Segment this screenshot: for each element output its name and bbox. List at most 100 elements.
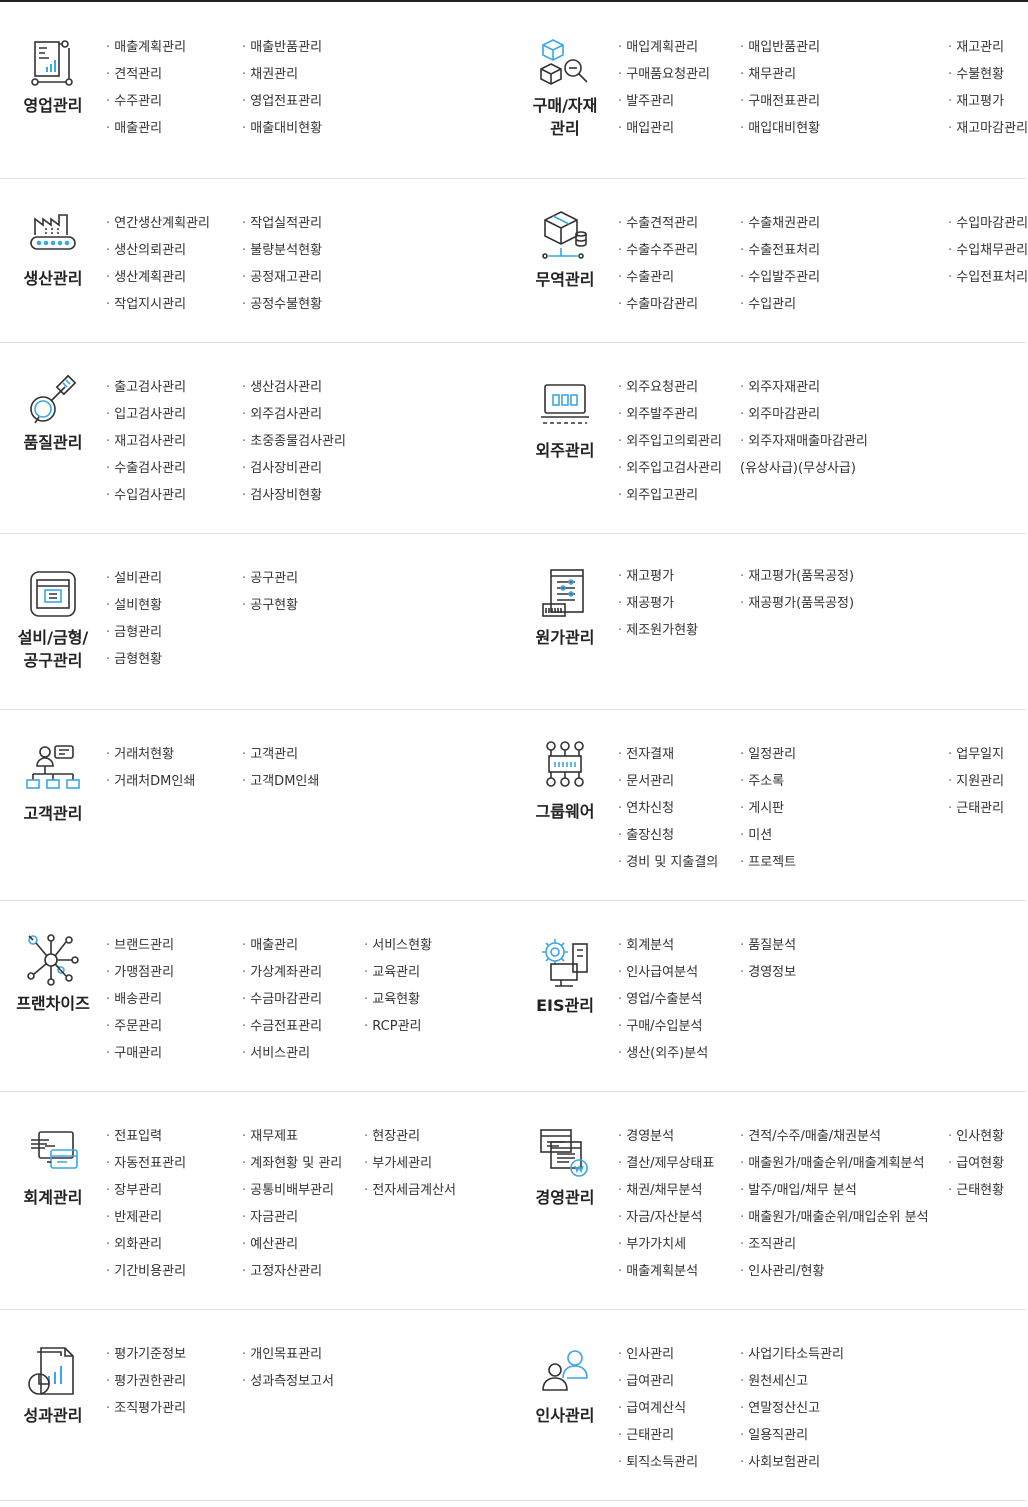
menu-item[interactable]: 수출견적관리	[618, 210, 698, 237]
menu-item[interactable]: 검사장비관리	[242, 455, 346, 482]
menu-item[interactable]: 금형관리	[106, 619, 162, 646]
module-heading[interactable]: 무역관리	[512, 208, 618, 291]
menu-item[interactable]: 경영분석	[618, 1123, 714, 1150]
menu-item[interactable]: 수입전표처리	[948, 264, 1028, 291]
menu-item[interactable]: 급여현황	[948, 1150, 1004, 1177]
menu-item[interactable]: 경영정보	[740, 959, 796, 986]
menu-item[interactable]: 재고평가	[618, 563, 698, 590]
menu-item[interactable]: 수출마감관리	[618, 291, 698, 318]
menu-item[interactable]: 브랜드관리	[106, 932, 174, 959]
menu-item[interactable]: 주문관리	[106, 1013, 174, 1040]
menu-item[interactable]: 금형현황	[106, 646, 162, 673]
menu-item[interactable]: 매출계획관리	[106, 34, 186, 61]
menu-item[interactable]: 재무제표	[242, 1123, 342, 1150]
menu-item[interactable]: 거래처DM인쇄	[106, 768, 195, 795]
menu-item[interactable]: 공정재고관리	[242, 264, 322, 291]
menu-item[interactable]: 생산계획관리	[106, 264, 210, 291]
menu-item[interactable]: 외주자재매출마감관리	[740, 428, 868, 455]
menu-item[interactable]: 불량분석현황	[242, 237, 322, 264]
module-heading[interactable]: 성과관리	[0, 1344, 106, 1427]
menu-item[interactable]: 자동전표관리	[106, 1150, 186, 1177]
menu-item[interactable]: 가상계좌관리	[242, 959, 322, 986]
menu-item[interactable]: 검사장비현황	[242, 482, 346, 509]
menu-item[interactable]: 생산검사관리	[242, 374, 346, 401]
menu-item[interactable]: 재고마감관리	[948, 115, 1028, 142]
menu-item[interactable]: 부가세관리	[364, 1150, 456, 1177]
menu-item[interactable]: 결산/제무상태표	[618, 1150, 714, 1177]
module-heading[interactable]: 구매/자재 관리	[512, 34, 618, 140]
menu-item[interactable]: 수입관리	[740, 291, 820, 318]
menu-item[interactable]: 수입검사관리	[106, 482, 186, 509]
menu-item[interactable]: 외주입고의뢰관리	[618, 428, 722, 455]
menu-item[interactable]: 원천세신고	[740, 1368, 844, 1395]
menu-item[interactable]: 재고관리	[948, 34, 1028, 61]
menu-item[interactable]: 미션	[740, 822, 796, 849]
menu-item[interactable]: 프로젝트	[740, 849, 796, 876]
menu-item[interactable]: 매입계획관리	[618, 34, 710, 61]
menu-item[interactable]: 고객DM인쇄	[242, 768, 319, 795]
menu-item[interactable]: 재공평가	[618, 590, 698, 617]
menu-item[interactable]: 급여계산식	[618, 1395, 698, 1422]
menu-item[interactable]: 퇴직소득관리	[618, 1449, 698, 1476]
menu-item[interactable]: 계좌현황 및 관리	[242, 1150, 342, 1177]
module-heading[interactable]: 고객관리	[0, 742, 106, 825]
menu-item[interactable]: 전표입력	[106, 1123, 186, 1150]
menu-item[interactable]: 재고평가(품목공정)	[740, 563, 854, 590]
menu-item[interactable]: 수입발주관리	[740, 264, 820, 291]
menu-item[interactable]: 주소록	[740, 768, 796, 795]
menu-item[interactable]: 수금전표관리	[242, 1013, 322, 1040]
menu-item[interactable]: 수출관리	[618, 264, 698, 291]
menu-item[interactable]: 연차신청	[618, 795, 718, 822]
menu-item[interactable]: 문서관리	[618, 768, 718, 795]
menu-item[interactable]: 수금마감관리	[242, 986, 322, 1013]
menu-item[interactable]: 수출검사관리	[106, 455, 186, 482]
menu-item[interactable]: 급여관리	[618, 1368, 698, 1395]
menu-item[interactable]: 전자결재	[618, 741, 718, 768]
menu-item[interactable]: 수주관리	[106, 88, 186, 115]
menu-item[interactable]: 외주검사관리	[242, 401, 346, 428]
menu-item[interactable]: 견적/수주/매출/채권분석	[740, 1123, 929, 1150]
menu-item[interactable]: 매출원가/매출순위/매입순위 분석	[740, 1204, 928, 1231]
menu-item[interactable]: 평가권한관리	[106, 1368, 186, 1395]
menu-item[interactable]: 채무관리	[740, 61, 820, 88]
menu-item[interactable]: 연간생산계획관리	[106, 210, 210, 237]
menu-item[interactable]: 공통비배부관리	[242, 1177, 342, 1204]
menu-item[interactable]: 매출원가/매출순위/매출계획분석	[740, 1150, 929, 1177]
menu-item[interactable]: 외화관리	[106, 1231, 186, 1258]
menu-item[interactable]: 서비스현황	[364, 932, 432, 959]
module-heading[interactable]: EIS관리	[512, 934, 618, 1017]
menu-item[interactable]: 공구현황	[242, 592, 298, 619]
menu-item[interactable]: 출장신청	[618, 822, 718, 849]
menu-item[interactable]: 일정관리	[740, 741, 796, 768]
menu-item[interactable]: 장부관리	[106, 1177, 186, 1204]
menu-item[interactable]: 배송관리	[106, 986, 174, 1013]
menu-item[interactable]: 사업기타소득관리	[740, 1341, 844, 1368]
menu-item[interactable]: 생산(외주)분석	[618, 1040, 708, 1067]
menu-item[interactable]: 매출관리	[106, 115, 186, 142]
menu-item[interactable]: 고객관리	[242, 741, 319, 768]
menu-item[interactable]: 수출수주관리	[618, 237, 698, 264]
module-heading[interactable]: 생산관리	[0, 207, 106, 290]
menu-item[interactable]: 입고검사관리	[106, 401, 186, 428]
menu-item[interactable]: 매출대비현황	[242, 115, 322, 142]
menu-item[interactable]: 발주관리	[618, 88, 710, 115]
menu-item[interactable]: 공구관리	[242, 565, 298, 592]
menu-item[interactable]: 외주입고관리	[618, 482, 722, 509]
menu-item[interactable]: 매출관리	[242, 932, 322, 959]
menu-item[interactable]: 수입채무관리	[948, 237, 1028, 264]
menu-item[interactable]: 외주입고검사관리	[618, 455, 722, 482]
menu-item[interactable]: 제조원가현황	[618, 617, 698, 644]
module-heading[interactable]: 설비/금형/ 공구관리	[0, 566, 106, 672]
menu-item[interactable]: 재고평가	[948, 88, 1028, 115]
menu-item[interactable]: 일용직관리	[740, 1422, 844, 1449]
menu-item[interactable]: 근태관리	[618, 1422, 698, 1449]
menu-item[interactable]: 인사현황	[948, 1123, 1004, 1150]
menu-item[interactable]: 수불현황	[948, 61, 1028, 88]
module-heading[interactable]: 프랜차이즈	[0, 932, 106, 1015]
module-heading[interactable]: 경영관리	[512, 1126, 618, 1209]
menu-item[interactable]: 개인목표관리	[242, 1341, 334, 1368]
module-heading[interactable]: 그룹웨어	[512, 740, 618, 823]
menu-item[interactable]: 전자세금계산서	[364, 1177, 456, 1204]
menu-item[interactable]: 평가기준정보	[106, 1341, 186, 1368]
menu-item[interactable]: 재고검사관리	[106, 428, 186, 455]
